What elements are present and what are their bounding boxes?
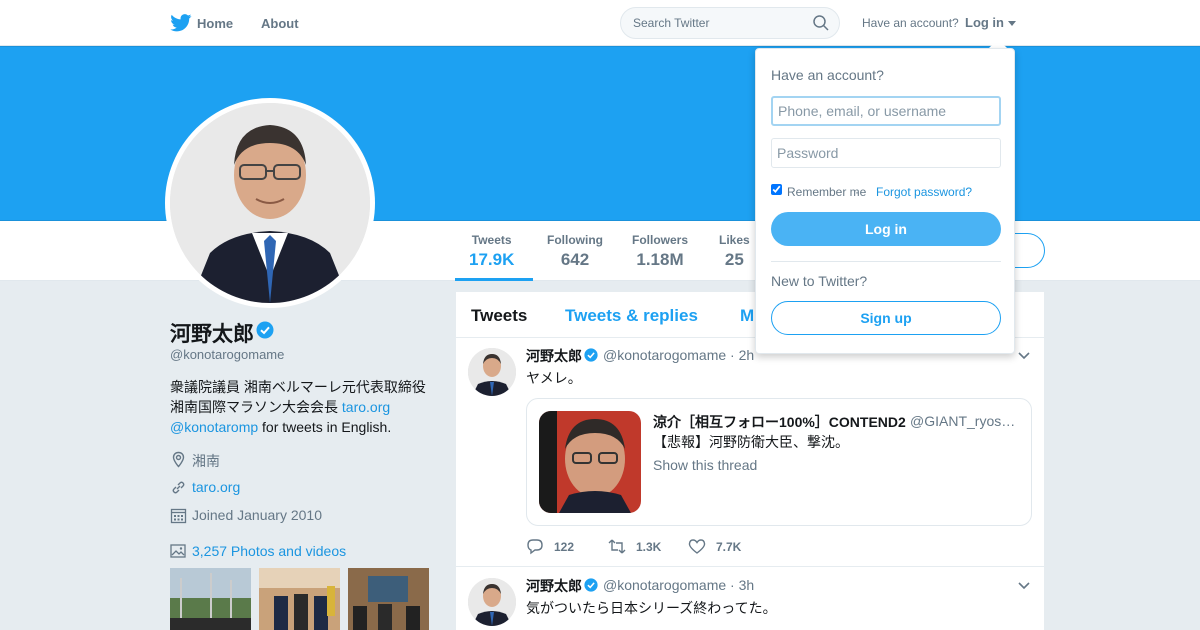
retweet-count: 1.3K [636,540,662,554]
login-dropdown: Have an account? Remember me · Forgot pa… [755,48,1015,354]
reply-count: 122 [554,540,575,554]
login-dropdown-toggle[interactable]: Log in [965,15,1004,30]
divider [771,261,1001,262]
heart-icon [688,539,706,554]
profile-handle[interactable]: @konotarogomame [170,347,284,362]
have-account-text: Have an account? [862,16,959,30]
retweet-icon [608,539,626,554]
website-link[interactable]: taro.org [192,479,240,495]
tab-tweets[interactable]: Tweets [471,306,527,326]
location-text: 湘南 [192,453,220,469]
tweet-author-handle[interactable]: @konotarogomame · 2h [603,347,754,363]
stat-following[interactable]: Following 642 [547,233,603,270]
active-stat-underline [455,278,533,281]
calendar-icon [170,508,187,524]
search-input[interactable] [633,16,803,30]
stat-label: Tweets [471,233,512,247]
tweet-text: ヤメレ。 [526,370,582,386]
quoted-author-handle[interactable]: @GIANT_ryosuke [910,413,1020,429]
link-icon [172,481,185,494]
tweet-avatar[interactable] [468,578,516,626]
top-nav: Home About Have an account? Log in [0,0,1200,46]
tab-media[interactable]: M [740,306,754,326]
verified-badge-icon [256,321,274,339]
quoted-author-name[interactable]: 涼介［相互フォロー100%］CONTEND2 [653,412,906,432]
bio-link-website[interactable]: taro.org [342,399,390,415]
tweet[interactable]: 河野太郎 @konotarogomame · 3h 気がついたら日本シリーズ終わ… [456,568,1044,630]
password-field[interactable] [771,138,1001,168]
tweet-text: 気がついたら日本シリーズ終わってた。 [526,600,777,616]
quoted-tweet[interactable]: 涼介［相互フォロー100%］CONTEND2 @GIANT_ryosuke 【悲… [526,398,1032,526]
stat-value: 642 [560,250,590,269]
stat-label: Following [547,233,603,247]
stat-value: 17.9K [469,250,515,269]
avatar-photo [170,103,370,303]
stat-likes[interactable]: Likes 25 [719,233,750,270]
signup-button[interactable]: Sign up [771,301,1001,335]
show-thread-link[interactable]: Show this thread [653,457,757,473]
bio-text: 衆議院議員 湘南ベルマーレ元代表取締役 [170,379,426,395]
tweet-author-name[interactable]: 河野太郎 [526,346,582,366]
reply-icon [527,539,543,555]
tweet-author-handle[interactable]: @konotarogomame · 3h [603,577,754,593]
tab-tweets-replies[interactable]: Tweets & replies [565,306,698,326]
chevron-down-icon[interactable] [1018,352,1030,360]
joined-text: Joined January 2010 [192,507,322,523]
nav-home-link[interactable]: Home [197,16,233,31]
username-field[interactable] [771,96,1001,126]
verified-badge-icon [584,348,598,362]
profile-avatar[interactable] [165,98,375,308]
search-icon[interactable] [813,15,829,31]
tweet-avatar[interactable] [468,348,516,396]
stat-value: 25 [724,250,744,269]
dropdown-title: Have an account? [771,67,884,83]
stat-tweets[interactable]: Tweets 17.9K [469,233,514,270]
twitter-bird-icon[interactable] [170,14,192,32]
stat-followers[interactable]: Followers 1.18M [632,233,688,270]
separator-dot: · [855,185,859,199]
login-button[interactable]: Log in [771,212,1001,246]
photo-icon [170,544,186,558]
caret-down-icon[interactable] [1008,21,1016,26]
quoted-tweet-text: 【悲報】河野防衛大臣、撃沈。 [653,434,849,450]
bio-text: for tweets in English. [258,419,392,435]
bio-text: 湘南国際マラソン大会会長 [170,399,342,415]
like-count: 7.7K [716,540,742,554]
profile-name[interactable]: 河野太郎 [170,318,254,348]
photos-videos-label[interactable]: 3,257 Photos and videos [192,543,346,559]
tweet[interactable]: 河野太郎 @konotarogomame · 2h ヤメレ。 涼介［相互フォロー… [456,338,1044,567]
remember-me-checkbox[interactable] [771,184,782,195]
media-thumbnail[interactable] [259,568,340,630]
nav-about-link[interactable]: About [261,16,299,31]
verified-badge-icon [584,578,598,592]
search-box [620,7,840,39]
location-pin-icon [172,451,185,468]
tweet-author-name[interactable]: 河野太郎 [526,576,582,596]
chevron-down-icon[interactable] [1018,582,1030,590]
stat-label: Likes [719,233,750,247]
portrait-illustration [170,103,370,303]
stat-label: Followers [632,233,689,247]
stat-value: 1.18M [636,250,684,269]
bio-link-english-account[interactable]: @konotaromp [170,419,258,435]
media-thumbnail[interactable] [170,568,251,630]
forgot-password-link[interactable]: Forgot password? [876,185,972,199]
media-thumbnail[interactable] [348,568,429,630]
quoted-tweet-image[interactable] [539,411,641,513]
profile-bio: 衆議院議員 湘南ベルマーレ元代表取締役 湘南国際マラソン大会会長 taro.or… [170,377,440,437]
new-to-twitter-text: New to Twitter? [771,273,868,289]
